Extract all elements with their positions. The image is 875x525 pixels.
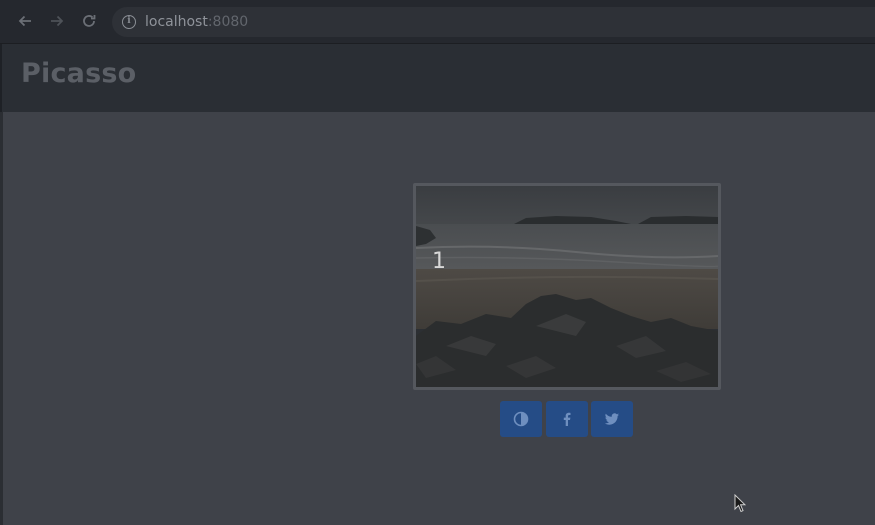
browser-toolbar: i localhost:8080 (0, 0, 875, 44)
arrow-left-icon (18, 15, 31, 27)
forward-button[interactable] (46, 10, 68, 32)
twitter-share-button[interactable] (591, 401, 633, 437)
contrast-icon (513, 411, 529, 427)
photo-card[interactable]: 1 (413, 183, 721, 390)
facebook-share-button[interactable] (546, 401, 588, 437)
photo-index-label: 1 (432, 249, 446, 274)
reload-button[interactable] (78, 10, 100, 32)
arrow-right-icon (51, 15, 64, 27)
app-header: Picasso (0, 44, 875, 112)
twitter-icon (604, 413, 619, 425)
url-host: localhost (145, 14, 208, 30)
facebook-icon (563, 412, 571, 426)
info-icon[interactable]: i (122, 15, 136, 29)
address-bar[interactable]: i localhost:8080 (112, 7, 875, 37)
beach-photo (416, 186, 718, 387)
url-port: :8080 (207, 14, 249, 30)
app-title[interactable]: Picasso (21, 58, 136, 89)
mouse-cursor-icon (734, 494, 746, 513)
reload-icon (83, 15, 96, 27)
back-button[interactable] (14, 10, 36, 32)
contrast-button[interactable] (500, 401, 542, 437)
